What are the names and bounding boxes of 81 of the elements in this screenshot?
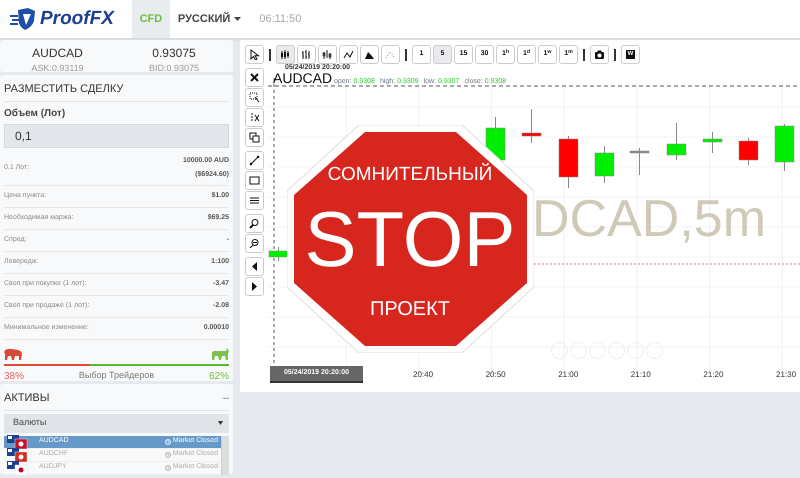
chart-watermark: DCAD,5m bbox=[532, 189, 766, 250]
zoom-in-icon bbox=[249, 218, 260, 229]
time-axis-label: 21:10 bbox=[630, 369, 651, 381]
close-button[interactable] bbox=[245, 68, 264, 87]
caret-icon bbox=[218, 421, 223, 425]
menu-button[interactable] bbox=[245, 191, 264, 210]
scroll-right-button[interactable] bbox=[245, 277, 264, 296]
remove-drawings-icon bbox=[249, 112, 260, 123]
time-axis-label: 20:50 bbox=[486, 369, 506, 381]
time-axis-label: 21:20 bbox=[703, 369, 724, 381]
time-axis-label: 21:00 bbox=[558, 369, 578, 381]
pointer-button[interactable] bbox=[245, 45, 264, 64]
hollow-candle-icon bbox=[322, 49, 333, 60]
section-title: АКТИВЫ bbox=[4, 391, 50, 406]
scroll-left-button[interactable] bbox=[245, 257, 264, 276]
sentiment-caption: Выбор Трейдеров bbox=[78, 369, 154, 382]
zoom-out-icon bbox=[249, 238, 260, 249]
camera-button[interactable] bbox=[590, 45, 609, 64]
bar-chart-button[interactable] bbox=[297, 45, 316, 64]
flag-icon bbox=[7, 434, 29, 448]
current-price: 0.93075 bbox=[151, 45, 197, 62]
candle bbox=[738, 138, 758, 166]
select-area-icon bbox=[249, 92, 260, 103]
sign-main-text: STOP bbox=[304, 195, 516, 283]
bear-icon bbox=[4, 348, 22, 360]
dotted-line-button[interactable] bbox=[381, 45, 400, 64]
time-axis-label: 21:30 bbox=[776, 369, 796, 381]
ask-price: ASK:0.93119 bbox=[30, 62, 85, 75]
menu-icon bbox=[249, 195, 260, 206]
volume-input[interactable]: 0,1 bbox=[4, 124, 229, 148]
field-label: Объем (Лот) bbox=[4, 106, 66, 120]
pointer-icon bbox=[249, 49, 260, 60]
logo-icon bbox=[10, 7, 36, 31]
candle bbox=[594, 146, 614, 184]
area-chart-icon bbox=[364, 49, 375, 60]
bar-chart-icon bbox=[301, 49, 312, 60]
rectangle-icon bbox=[249, 175, 260, 186]
candlestick-chart-icon bbox=[280, 49, 291, 60]
category-select[interactable]: Валюты bbox=[4, 414, 229, 432]
candle bbox=[630, 148, 650, 176]
clock-icon bbox=[164, 464, 171, 470]
flag-icon bbox=[7, 448, 29, 462]
clock-time: 06:11:50 bbox=[259, 12, 302, 27]
time-axis-label: 20:40 bbox=[413, 369, 434, 381]
language-dropdown[interactable]: РУССКИЙ bbox=[178, 10, 242, 28]
collapse-button[interactable]: – bbox=[222, 390, 229, 406]
candle bbox=[702, 132, 722, 154]
trend-line-icon bbox=[249, 155, 260, 166]
sell-percent: 38% bbox=[4, 370, 24, 384]
clock-icon bbox=[164, 452, 171, 458]
clock-icon bbox=[164, 438, 171, 444]
candle bbox=[268, 246, 288, 262]
sign-top-text: СОМНИТЕЛЬНЫЙ bbox=[328, 164, 492, 185]
dotted-line-icon bbox=[385, 49, 396, 60]
scrollbar bbox=[221, 436, 229, 474]
copy-icon bbox=[249, 132, 260, 143]
hollow-candle-button[interactable] bbox=[318, 45, 337, 64]
trend-line-button[interactable] bbox=[245, 151, 264, 170]
select-area-button[interactable] bbox=[245, 88, 264, 107]
copy-button[interactable] bbox=[245, 128, 264, 147]
candle bbox=[774, 124, 794, 172]
line-chart-button[interactable] bbox=[339, 45, 358, 64]
logo-text: ProofFX bbox=[40, 6, 114, 31]
line-chart-icon bbox=[343, 49, 354, 60]
area-chart-button[interactable] bbox=[360, 45, 379, 64]
candle bbox=[522, 108, 542, 144]
remove-drawings-button[interactable] bbox=[245, 108, 264, 127]
buy-percent: 62% bbox=[208, 370, 229, 384]
rectangle-button[interactable] bbox=[245, 171, 264, 190]
camera-icon bbox=[594, 49, 605, 60]
ticker-symbol: AUDCAD bbox=[31, 45, 84, 62]
chart-symbol: AUDCAD bbox=[273, 71, 332, 85]
section-title: РАЗМЕСТИТЬ СДЕЛКУ bbox=[4, 79, 229, 102]
caret-icon bbox=[234, 17, 242, 21]
bull-icon bbox=[211, 348, 229, 360]
close-icon bbox=[249, 72, 260, 83]
candlestick-chart-button[interactable] bbox=[276, 45, 295, 64]
candle bbox=[558, 136, 578, 188]
candle bbox=[666, 122, 686, 160]
sign-bottom-text: ПРОЕКТ bbox=[370, 298, 450, 320]
bid-price: BID:0.93075 bbox=[148, 62, 200, 75]
